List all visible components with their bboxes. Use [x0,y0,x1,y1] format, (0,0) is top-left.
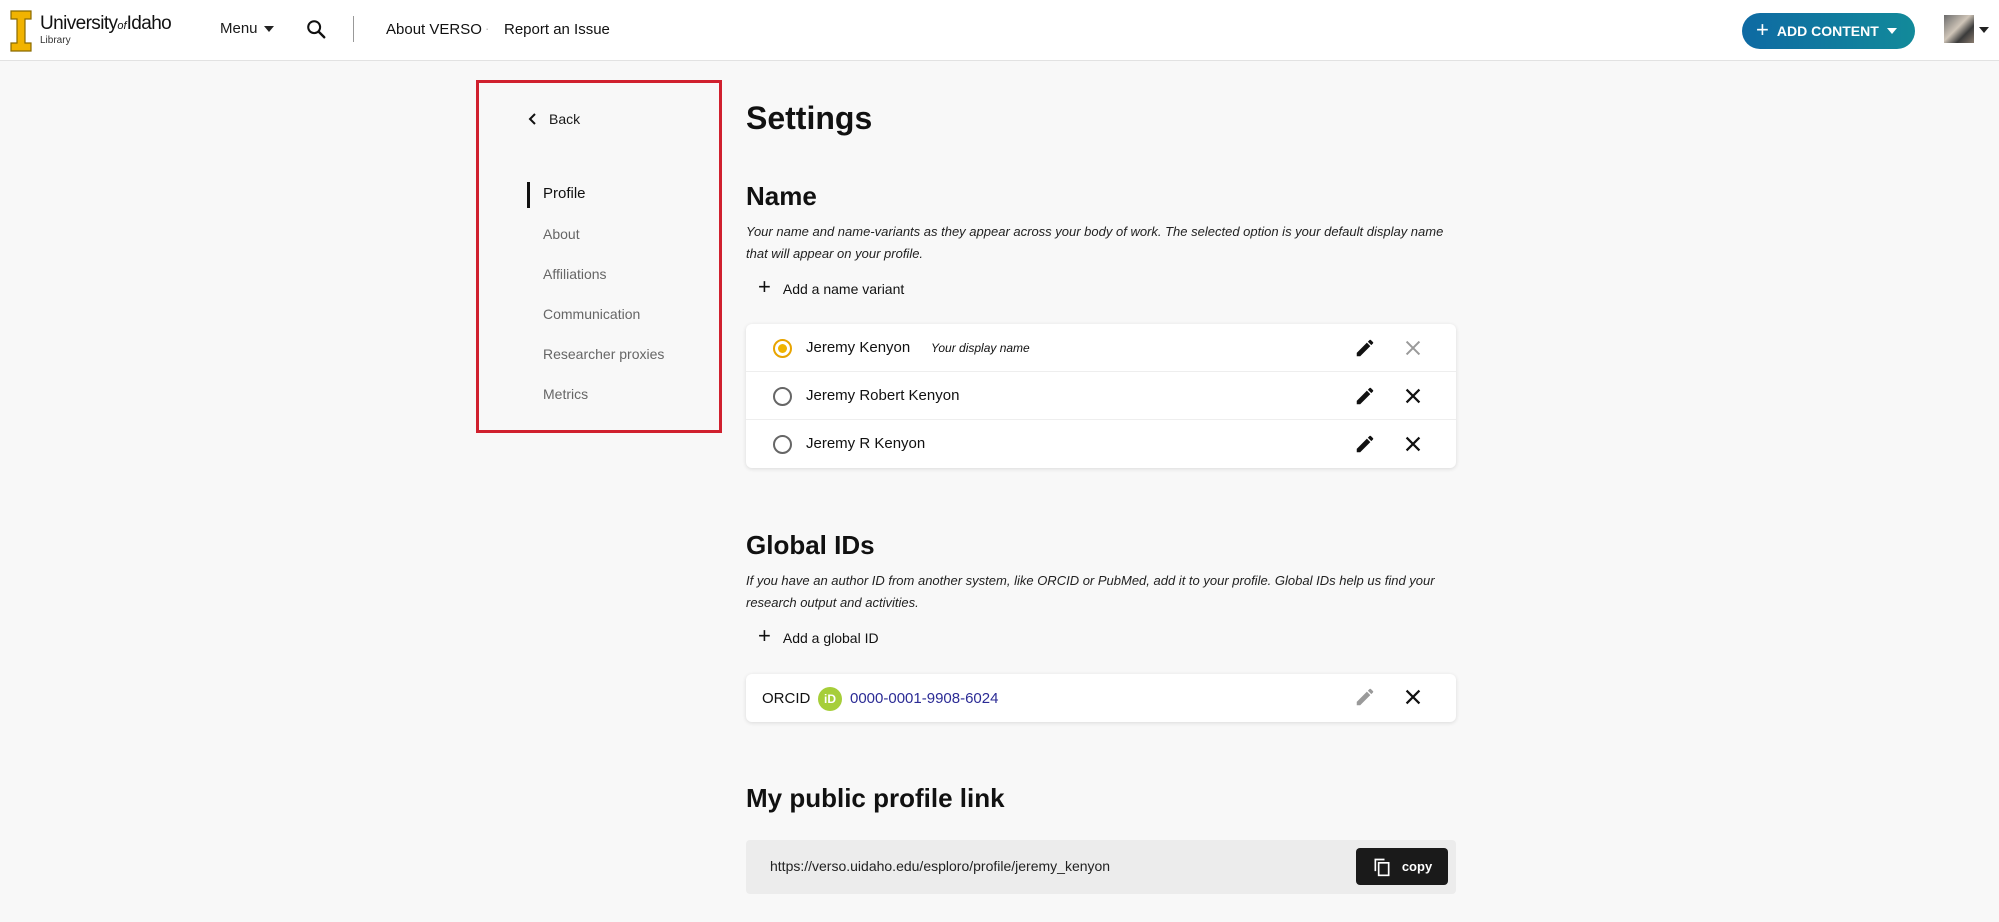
close-icon[interactable] [1402,433,1424,455]
edit-pencil-icon-disabled [1356,688,1374,706]
chevron-down-icon [1886,28,1897,34]
name-variant-text: Jeremy Kenyon [806,339,911,356]
copy-label: copy [1401,859,1433,874]
add-content-label: ADD CONTENT [1776,23,1879,39]
about-verso-link[interactable]: About VERSO [386,21,482,38]
copy-icon [1374,858,1390,876]
copy-button[interactable]: copy [1356,848,1448,885]
orcid-id-link[interactable]: 0000-0001-9908-6024 [850,690,998,707]
sidebar-item-about[interactable]: About [527,224,664,264]
top-bar: UniversityofIdaho Library Menu About VER… [0,0,1999,61]
global-ids-description: If you have an author ID from another sy… [746,573,1435,610]
public-link-title: My public profile link [746,783,1005,813]
logo-wordmark: UniversityofIdaho [40,13,172,34]
display-name-tag: Your display name [931,341,1030,355]
chevron-down-icon[interactable] [1979,27,1989,33]
chevron-left-icon [528,113,536,125]
orcid-label: ORCID [762,690,811,707]
name-variant-row: Jeremy R Kenyon [746,420,1456,468]
sidebar-item-communication[interactable]: Communication [527,304,664,344]
name-section-description: Your name and name-variants as they appe… [746,224,1444,261]
close-icon[interactable] [1402,385,1424,407]
edit-pencil-icon[interactable] [1354,385,1376,407]
avatar[interactable] [1944,15,1974,43]
add-name-variant-button[interactable]: + Add a name variant [758,274,905,299]
back-button[interactable]: Back [527,111,580,127]
edit-pencil-icon[interactable] [1354,337,1376,359]
global-ids-title: Global IDs [746,530,875,560]
chevron-down-icon [263,25,274,32]
sidebar-item-profile[interactable]: Profile [527,182,664,224]
menu-label: Menu [220,20,258,37]
add-global-id-label: Add a global ID [782,629,879,646]
menu-button[interactable]: Menu [220,20,274,37]
name-radio[interactable] [773,387,792,406]
name-radio-selected[interactable] [773,339,792,358]
sidebar-item-researcher-proxies[interactable]: Researcher proxies [527,344,664,384]
settings-sidebar: Back Profile About Affiliations Communic… [476,80,722,433]
logo-i-icon [10,10,32,52]
report-issue-link[interactable]: Report an Issue [504,21,610,38]
orcid-icon: iD [818,687,842,711]
name-variant-text: Jeremy Robert Kenyon [806,387,960,404]
add-content-button[interactable]: + ADD CONTENT [1742,13,1915,49]
settings-nav: Profile About Affiliations Communication… [527,182,664,424]
close-icon[interactable] [1402,686,1424,708]
search-icon[interactable] [305,18,327,40]
name-variant-row: Jeremy Robert Kenyon [746,372,1456,420]
plus-icon: + [758,274,771,299]
name-radio[interactable] [773,435,792,454]
page-title: Settings [746,100,873,136]
name-section-title: Name [746,181,817,211]
sidebar-item-affiliations[interactable]: Affiliations [527,264,664,304]
sidebar-item-metrics[interactable]: Metrics [527,384,664,424]
plus-icon: + [758,623,771,648]
name-variant-text: Jeremy R Kenyon [806,435,926,452]
plus-icon: + [1756,17,1769,42]
university-logo[interactable]: UniversityofIdaho Library [10,10,172,52]
header-divider [353,16,354,42]
name-variant-row: Jeremy Kenyon Your display name [746,324,1456,372]
link-separator: · [485,21,490,36]
global-id-row: ORCID iD 0000-0001-9908-6024 [746,674,1456,722]
close-icon-disabled [1405,340,1421,356]
add-name-variant-label: Add a name variant [782,280,905,297]
add-global-id-button[interactable]: + Add a global ID [758,623,879,648]
logo-subtitle: Library [40,35,71,46]
name-variants-list: Jeremy Kenyon Your display name Jeremy R… [746,324,1456,468]
public-link-box: https://verso.uidaho.edu/esploro/profile… [746,840,1456,894]
edit-pencil-icon[interactable] [1354,433,1376,455]
back-label: Back [549,111,581,127]
public-profile-url: https://verso.uidaho.edu/esploro/profile… [770,858,1111,874]
